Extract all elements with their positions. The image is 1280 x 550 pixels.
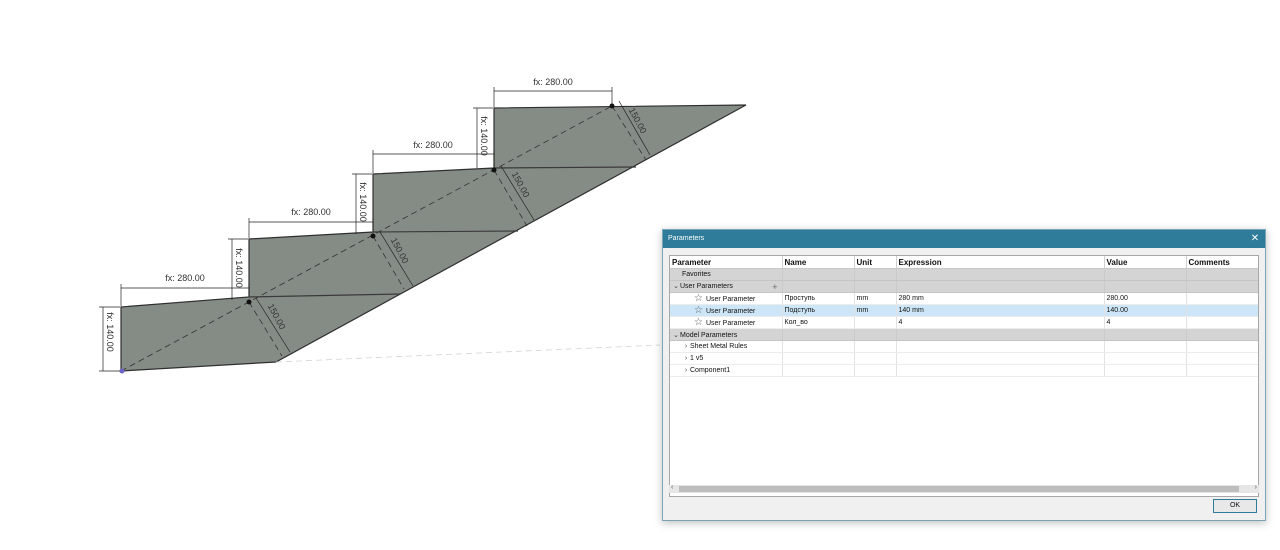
tread-dim-label-1[interactable]: fx: 280.00 xyxy=(165,273,205,283)
riser-dim-label-4[interactable]: fx: 140.00 xyxy=(479,116,489,156)
scrollbar-thumb[interactable] xyxy=(679,486,1239,492)
star-icon[interactable]: ☆ xyxy=(694,293,704,304)
column-header-value[interactable]: Value xyxy=(1104,256,1187,269)
tread-dim-label-3[interactable]: fx: 280.00 xyxy=(413,140,453,150)
ok-button[interactable]: OK xyxy=(1213,499,1257,513)
list-item[interactable]: › Component1 xyxy=(670,364,1258,377)
param-comments[interactable] xyxy=(1186,292,1258,305)
table-row[interactable]: ☆ User Parameter Проступь mm 280 mm 280.… xyxy=(670,292,1258,305)
param-expression[interactable]: 140 mm xyxy=(896,304,1105,317)
tread-dim-label-4[interactable]: fx: 280.00 xyxy=(533,77,573,87)
chevron-right-icon[interactable]: › xyxy=(682,367,690,374)
param-value: 280.00 xyxy=(1104,292,1187,305)
star-icon[interactable]: ☆ xyxy=(694,317,704,328)
riser-dim-label-3[interactable]: fx: 140.00 xyxy=(358,182,368,222)
favorites-group-row[interactable]: Favorites xyxy=(670,268,1258,281)
horizontal-scrollbar[interactable]: ‹ › xyxy=(669,484,1259,493)
param-expression[interactable]: 4 xyxy=(896,316,1105,329)
param-comments[interactable] xyxy=(1186,304,1258,317)
chevron-right-icon[interactable]: › xyxy=(682,343,690,350)
model-param-cell: › Component1 xyxy=(670,364,783,377)
param-cell: ☆ User Parameter xyxy=(670,292,783,305)
user-parameters-group-row[interactable]: ⌄User Parameters + xyxy=(670,280,1258,293)
table-row[interactable]: ☆ User Parameter Кол_во 4 4 xyxy=(670,316,1258,329)
chevron-down-icon[interactable]: ⌄ xyxy=(672,331,680,339)
tread-dim-label-2[interactable]: fx: 280.00 xyxy=(291,207,331,217)
param-unit[interactable]: mm xyxy=(854,292,897,305)
scroll-left-icon[interactable]: ‹ xyxy=(671,484,673,491)
column-header-name[interactable]: Name xyxy=(782,256,855,269)
column-header-expression[interactable]: Expression xyxy=(896,256,1105,269)
param-value: 4 xyxy=(1104,316,1187,329)
parameters-table-container[interactable]: Parameter Name Unit Expression Value Com… xyxy=(669,255,1259,497)
star-icon[interactable]: ☆ xyxy=(694,305,704,316)
parameters-dialog[interactable]: Parameters ✕ Parameter Name Unit Express… xyxy=(662,229,1266,521)
chevron-down-icon[interactable]: ⌄ xyxy=(672,282,680,290)
table-header-row: Parameter Name Unit Expression Value Com… xyxy=(670,256,1258,269)
param-cell: ☆ User Parameter xyxy=(670,316,783,329)
dialog-title: Parameters xyxy=(668,235,705,242)
user-parameters-label: User Parameters xyxy=(680,282,733,290)
user-parameters-cell: ⌄User Parameters + xyxy=(670,280,783,293)
column-header-comments[interactable]: Comments xyxy=(1186,256,1258,269)
param-value: 140.00 xyxy=(1104,304,1187,317)
param-name[interactable]: Подступь xyxy=(782,304,855,317)
add-parameter-icon[interactable]: + xyxy=(772,282,777,292)
list-item[interactable]: › Sheet Metal Rules xyxy=(670,340,1258,353)
chevron-right-icon[interactable]: › xyxy=(682,355,690,362)
model-parameters-group-row[interactable]: ⌄Model Parameters xyxy=(670,328,1258,341)
dialog-titlebar[interactable]: Parameters ✕ xyxy=(663,230,1265,248)
parameters-table: Parameter Name Unit Expression Value Com… xyxy=(670,256,1258,377)
model-param-cell: › Sheet Metal Rules xyxy=(670,340,783,353)
close-icon[interactable]: ✕ xyxy=(1249,230,1261,248)
scroll-right-icon[interactable]: › xyxy=(1255,484,1257,491)
param-name[interactable]: Кол_во xyxy=(782,316,855,329)
param-unit[interactable]: mm xyxy=(854,304,897,317)
param-unit[interactable] xyxy=(854,316,897,329)
param-cell: ☆ User Parameter xyxy=(670,304,783,317)
param-expression[interactable]: 280 mm xyxy=(896,292,1105,305)
model-param-cell: › 1 v5 xyxy=(670,352,783,365)
riser-dim-label-1[interactable]: fx: 140.00 xyxy=(105,312,115,352)
model-parameters-cell: ⌄Model Parameters xyxy=(670,328,783,341)
param-comments[interactable] xyxy=(1186,316,1258,329)
column-header-parameter[interactable]: Parameter xyxy=(670,256,783,269)
column-header-unit[interactable]: Unit xyxy=(854,256,897,269)
table-row-selected[interactable]: ☆ User Parameter Подступь mm 140 mm 140.… xyxy=(670,304,1258,317)
model-parameters-label: Model Parameters xyxy=(680,331,738,339)
favorites-label: Favorites xyxy=(670,268,783,281)
param-name[interactable]: Проступь xyxy=(782,292,855,305)
list-item[interactable]: › 1 v5 xyxy=(670,352,1258,365)
riser-dim-label-2[interactable]: fx: 140.00 xyxy=(234,248,244,288)
